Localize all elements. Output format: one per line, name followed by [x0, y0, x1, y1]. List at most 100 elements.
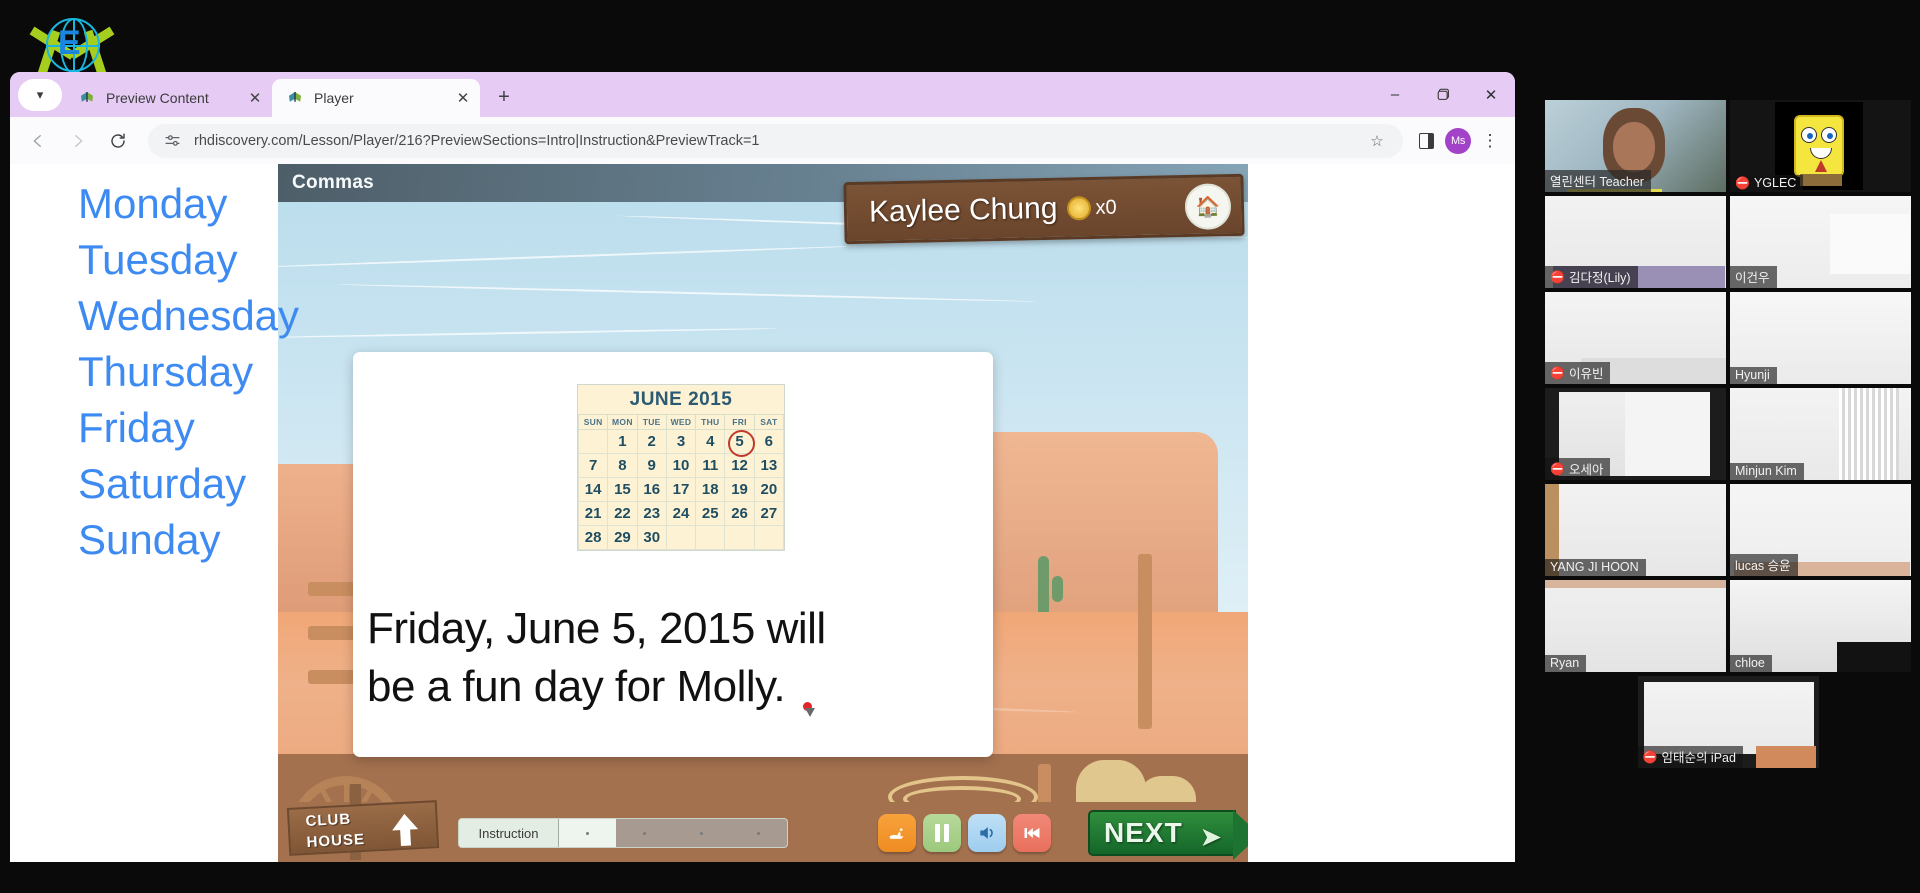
- tab-close-icon[interactable]: ✕: [452, 87, 474, 109]
- participant-tile[interactable]: ⛔ 이유빈: [1545, 292, 1726, 384]
- clubhouse-button[interactable]: CLUB HOUSE: [286, 784, 440, 860]
- pause-button[interactable]: [923, 814, 961, 852]
- calendar-weekday: THU: [695, 414, 726, 430]
- calendar-weekday: TUE: [636, 414, 667, 430]
- participant-tile[interactable]: 열린센터 Teacher: [1545, 100, 1726, 192]
- coin-icon: [1067, 196, 1092, 221]
- calendar-day: [753, 525, 785, 550]
- calendar-weekday: MON: [607, 414, 638, 430]
- participant-name-pill: 열린센터 Teacher: [1545, 170, 1651, 192]
- participant-name-pill: Hyunji: [1730, 367, 1777, 384]
- tune-icon[interactable]: [160, 131, 184, 151]
- forward-button[interactable]: [60, 123, 96, 159]
- star-icon[interactable]: ☆: [1363, 132, 1391, 150]
- calendar-day: 25: [695, 501, 726, 526]
- participant-name: 오세아: [1568, 463, 1604, 477]
- calendar-day: 27: [753, 501, 785, 526]
- close-button[interactable]: ✕: [1467, 72, 1515, 117]
- address-bar[interactable]: rhdiscovery.com/Lesson/Player/216?Previe…: [148, 123, 1403, 158]
- logo-letter-e: E: [58, 24, 81, 62]
- volume-button[interactable]: [968, 814, 1006, 852]
- progress-section-label: Instruction: [459, 819, 559, 847]
- birdhouse-icon[interactable]: 🏠: [1184, 183, 1232, 231]
- day-item: Tuesday: [78, 236, 238, 283]
- kebab-menu-icon[interactable]: ⋮: [1475, 132, 1505, 149]
- calendar-week-row: 1 2 3 4 5 6: [577, 429, 785, 458]
- reload-icon: [111, 133, 125, 148]
- lesson-progress-bar[interactable]: Instruction: [458, 818, 788, 848]
- progress-segment[interactable]: [673, 819, 730, 847]
- participant-tile[interactable]: lucas 승윤: [1730, 484, 1911, 576]
- window-controls: – ✕: [1371, 72, 1515, 117]
- participant-tile[interactable]: Minjun Kim: [1730, 388, 1911, 480]
- player-name: Kaylee Chung: [868, 191, 1058, 229]
- side-panel-icon[interactable]: [1411, 126, 1441, 156]
- participant-tile-active-speaker[interactable]: chloe: [1730, 580, 1911, 672]
- tab-player[interactable]: Player ✕: [272, 79, 480, 117]
- tab-preview-content[interactable]: Preview Content ✕: [64, 79, 272, 117]
- participant-name: lucas 승윤: [1735, 559, 1791, 573]
- participant-tile[interactable]: Hyunji: [1730, 292, 1911, 384]
- speed-button[interactable]: [878, 814, 916, 852]
- gallery-row: 열린센터 Teacher ⛔ YGLEC: [1545, 100, 1911, 192]
- participant-tile[interactable]: YANG JI HOON: [1545, 484, 1726, 576]
- back-button[interactable]: [20, 123, 56, 159]
- tab-close-icon[interactable]: ✕: [244, 87, 266, 109]
- calendar-day: 23: [636, 501, 667, 526]
- participant-tile[interactable]: ⛔ 오세아: [1545, 388, 1726, 480]
- progress-segment[interactable]: [559, 819, 616, 847]
- participant-name: chloe: [1735, 656, 1765, 670]
- rewind-button[interactable]: [1013, 814, 1051, 852]
- profile-avatar[interactable]: Ms: [1445, 127, 1471, 154]
- next-button[interactable]: NEXT ➤: [1088, 810, 1248, 860]
- gallery-row: Ryan chloe: [1545, 580, 1911, 672]
- participant-name-pill: 이건우: [1730, 266, 1777, 288]
- participant-tile[interactable]: ⛔ 임태순의 iPad: [1637, 676, 1819, 768]
- mute-icon: ⛔: [1550, 365, 1565, 380]
- participant-name-pill: Minjun Kim: [1730, 463, 1804, 480]
- tab-search-button[interactable]: ▾: [18, 79, 62, 111]
- day-item: Thursday: [78, 348, 254, 395]
- calendar-day-circled: 5: [724, 429, 756, 458]
- minimize-button[interactable]: –: [1371, 72, 1419, 117]
- arrow-right-icon: ➤: [1200, 824, 1222, 851]
- new-tab-button[interactable]: +: [488, 81, 520, 113]
- maximize-icon: [1437, 88, 1449, 100]
- mute-icon: ⛔: [1642, 749, 1658, 764]
- calendar-week-row: 21 22 23 24 25 26 27: [577, 501, 785, 526]
- progress-segment[interactable]: [730, 819, 787, 847]
- reload-button[interactable]: [100, 123, 136, 159]
- calendar-day: 14: [577, 477, 609, 502]
- participant-name-pill: YANG JI HOON: [1545, 559, 1646, 576]
- tab-label: Player: [314, 90, 354, 106]
- day-item: Saturday: [78, 460, 247, 507]
- calendar-header-row: SUN MON TUE WED THU FRI SAT: [577, 414, 785, 430]
- mute-icon: ⛔: [1550, 269, 1565, 284]
- calendar-widget: JUNE 2015 SUN MON TUE WED THU FRI SAT 1 …: [577, 384, 785, 551]
- url-text: rhdiscovery.com/Lesson/Player/216?Previe…: [194, 132, 760, 149]
- participant-tile[interactable]: Ryan: [1545, 580, 1726, 672]
- mute-icon: ⛔: [1550, 461, 1565, 476]
- tab-strip: ▾ Preview Content ✕ Player ✕ + – ✕: [10, 72, 1515, 117]
- calendar-weekday: WED: [665, 414, 697, 430]
- toolbar-right: Ms ⋮: [1411, 126, 1505, 156]
- browser-window: ▾ Preview Content ✕ Player ✕ + – ✕ rhdis…: [10, 72, 1515, 862]
- participant-name-pill: Ryan: [1545, 655, 1587, 672]
- participant-tile[interactable]: ⛔ YGLEC: [1730, 100, 1911, 192]
- participant-name: Minjun Kim: [1735, 464, 1797, 478]
- coin-count: x0: [1095, 195, 1117, 219]
- rewind-icon: [1024, 828, 1040, 838]
- day-item: Monday: [78, 180, 228, 227]
- calendar-week-row: 7 8 9 10 11 12 13: [577, 453, 785, 478]
- gallery-row: ⛔ 김다정(Lily) 이건우: [1545, 196, 1911, 288]
- calendar-day: [724, 525, 755, 550]
- calendar-day: 30: [636, 525, 667, 550]
- calendar-weekday: FRI: [724, 414, 755, 430]
- participant-name: 임태순의 iPad: [1661, 751, 1736, 765]
- calendar-day: [695, 525, 726, 550]
- progress-segment[interactable]: [616, 819, 673, 847]
- participant-name: YANG JI HOON: [1550, 560, 1639, 574]
- participant-tile[interactable]: ⛔ 김다정(Lily): [1545, 196, 1726, 288]
- maximize-button[interactable]: [1419, 72, 1467, 117]
- participant-tile[interactable]: 이건우: [1730, 196, 1911, 288]
